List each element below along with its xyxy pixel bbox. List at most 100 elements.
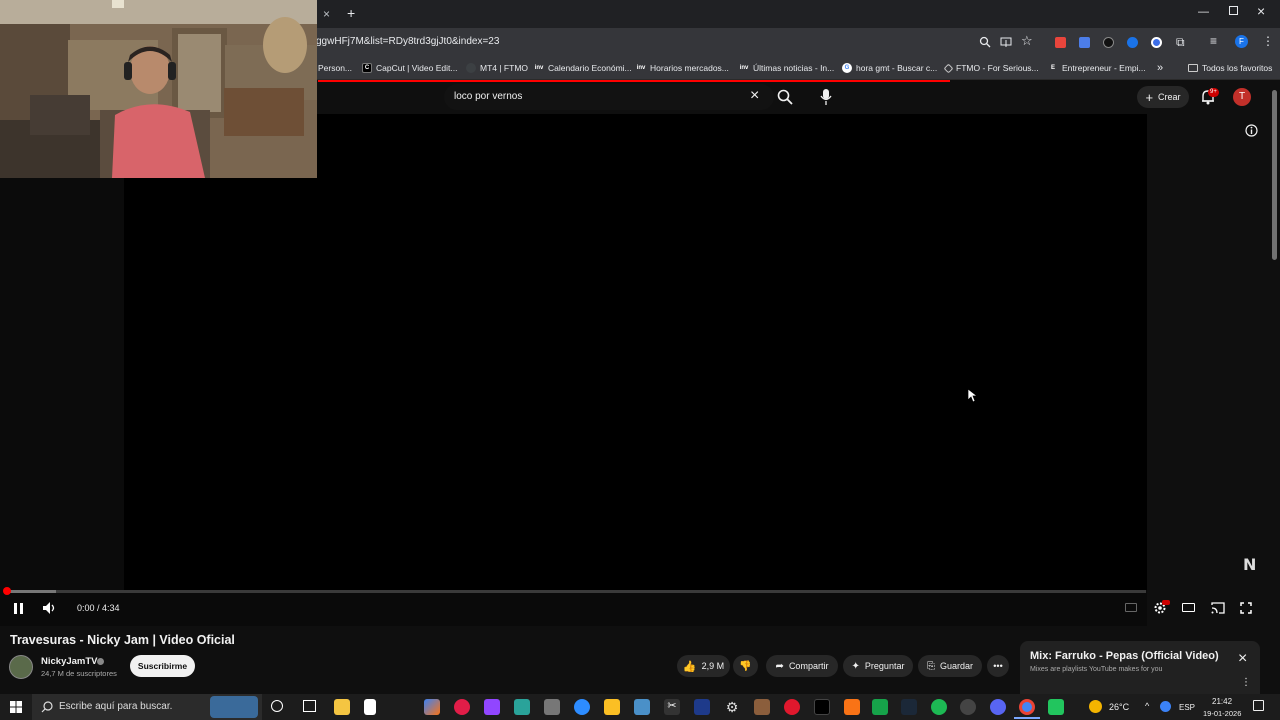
dislike-button[interactable]: 👎 xyxy=(733,655,758,677)
translate-extension-icon[interactable] xyxy=(1079,37,1090,48)
avatar[interactable]: T xyxy=(1233,88,1251,106)
microphone-icon[interactable] xyxy=(819,88,833,106)
taskbar-blank-icon[interactable] xyxy=(394,699,410,715)
mix-menu-icon[interactable]: ⋮ xyxy=(1241,677,1251,688)
extension-dark-icon[interactable] xyxy=(1103,37,1114,48)
clock-date[interactable]: 19-01-2026 xyxy=(1203,709,1241,718)
tray-app-icon[interactable] xyxy=(1160,701,1171,712)
app-red-icon[interactable] xyxy=(454,699,470,715)
extension-circle-icon[interactable] xyxy=(1151,37,1162,48)
bookmark-item[interactable]: inv Horarios mercados... xyxy=(636,56,729,80)
app-orange-icon[interactable] xyxy=(844,699,860,715)
more-actions-button[interactable]: ••• xyxy=(987,655,1009,677)
game-launcher-icon[interactable] xyxy=(754,699,770,715)
xbox-icon[interactable] xyxy=(872,699,888,715)
progress-bar[interactable] xyxy=(6,590,1146,593)
tiktok-icon[interactable] xyxy=(814,699,830,715)
temperature-text[interactable]: 26°C xyxy=(1109,702,1129,712)
spotify-icon[interactable] xyxy=(931,699,947,715)
page-scrollbar[interactable] xyxy=(1272,90,1277,260)
language-indicator[interactable]: ESP xyxy=(1179,703,1195,712)
browser-menu-icon[interactable]: ⋮ xyxy=(1262,34,1274,48)
channel-name[interactable]: NickyJamTV xyxy=(41,656,98,667)
minecraft-icon[interactable] xyxy=(1048,699,1064,715)
subtitles-icon[interactable] xyxy=(1125,603,1137,612)
restore-icon[interactable] xyxy=(1229,6,1238,15)
save-button[interactable]: ⎘ Guardar xyxy=(918,655,982,677)
bookmark-item[interactable]: Person... xyxy=(318,56,352,80)
create-button[interactable]: + Crear xyxy=(1137,86,1189,108)
bookmark-item[interactable]: inv Últimas noticias - In... xyxy=(739,56,835,80)
twitch-icon[interactable] xyxy=(484,699,500,715)
bookmark-item[interactable]: inv Calendario Económi... xyxy=(534,56,632,80)
url-field[interactable]: ggwHFj7M&list=RDy8trd3gjJt0&index=23 xyxy=(316,36,499,47)
extension-blue-icon[interactable] xyxy=(1127,37,1138,48)
app-teal-icon[interactable] xyxy=(514,699,530,715)
capcut-taskbar-icon[interactable]: ✂ xyxy=(664,699,680,715)
close-mix-icon[interactable]: × xyxy=(1238,650,1247,668)
chrome-icon[interactable] xyxy=(1019,699,1035,715)
share-button[interactable]: ➦ Compartir xyxy=(766,655,838,677)
tray-chevron-icon[interactable]: ^ xyxy=(1145,701,1149,711)
bookmark-item[interactable]: E Entrepreneur - Empi... xyxy=(1048,56,1146,80)
mt4-icon xyxy=(466,63,476,73)
bookmark-item[interactable]: FTMO - For Serious... xyxy=(943,56,1039,80)
pause-icon[interactable] xyxy=(13,603,24,614)
zoom-icon[interactable] xyxy=(979,36,991,48)
app-circle-icon[interactable] xyxy=(960,699,976,715)
fullscreen-icon[interactable] xyxy=(1240,602,1252,614)
bookmark-item[interactable]: Ghora gmt - Buscar c... xyxy=(842,56,937,80)
all-bookmarks-folder[interactable]: Todos los favoritos xyxy=(1188,56,1272,80)
subscribe-button[interactable]: Suscribirme xyxy=(130,655,195,677)
bookmark-star-icon[interactable]: ☆ xyxy=(1021,33,1033,49)
miniplayer-icon[interactable] xyxy=(1182,603,1195,612)
bookmark-item[interactable]: C CapCut | Video Edit... xyxy=(362,56,457,80)
search-icon[interactable] xyxy=(777,89,793,105)
ask-button[interactable]: ✦ Preguntar xyxy=(843,655,913,677)
mix-title[interactable]: Mix: Farruko - Pepas (Official Video) xyxy=(1030,650,1219,662)
copilot-icon[interactable] xyxy=(424,699,440,715)
cortana-icon[interactable] xyxy=(271,700,283,712)
volume-icon[interactable] xyxy=(43,602,57,614)
sticky-notes-icon[interactable] xyxy=(604,699,620,715)
search-input[interactable]: loco por vernos × xyxy=(444,84,774,110)
minimize-icon[interactable]: — xyxy=(1198,6,1209,18)
install-app-icon[interactable] xyxy=(1000,36,1012,48)
clock-time[interactable]: 21:42 xyxy=(1212,697,1232,706)
settings-taskbar-icon[interactable]: ⚙ xyxy=(724,699,740,715)
bookmarks-overflow-button[interactable]: » xyxy=(1157,56,1163,80)
clear-search-icon[interactable]: × xyxy=(750,87,759,105)
progress-buffer xyxy=(6,590,56,593)
close-tab-icon[interactable]: × xyxy=(323,7,330,21)
notification-center-icon[interactable] xyxy=(1253,700,1264,711)
zoom-app-icon[interactable] xyxy=(574,699,590,715)
weather-sun-icon[interactable] xyxy=(1089,700,1102,713)
windows-start-icon[interactable] xyxy=(10,701,22,713)
media-control-icon[interactable]: ≡ xyxy=(1210,34,1217,48)
bookmark-item[interactable]: MT4 | FTMO xyxy=(466,56,528,80)
steam-icon[interactable] xyxy=(901,699,917,715)
window-close-icon[interactable]: × xyxy=(1257,3,1265,19)
opera-icon[interactable] xyxy=(784,699,800,715)
like-button[interactable]: 👍 2,9 M xyxy=(677,655,730,677)
extension-red-icon[interactable] xyxy=(1055,37,1066,48)
task-view-icon[interactable] xyxy=(303,700,316,712)
extensions-puzzle-icon[interactable]: ⧉ xyxy=(1176,35,1185,50)
thumbs-down-icon: 👎 xyxy=(739,660,752,672)
app-navy-icon[interactable] xyxy=(694,699,710,715)
cast-icon[interactable] xyxy=(1211,602,1225,614)
video-player[interactable] xyxy=(0,114,1147,590)
info-icon[interactable] xyxy=(1245,124,1258,137)
progress-scrubber[interactable] xyxy=(3,587,11,595)
new-tab-button[interactable]: + xyxy=(347,5,355,21)
app-blue-icon[interactable] xyxy=(634,699,650,715)
verified-badge-icon xyxy=(97,658,104,665)
file-explorer-icon[interactable] xyxy=(334,699,350,715)
discord-icon[interactable] xyxy=(990,699,1006,715)
notepad-icon[interactable] xyxy=(364,699,376,715)
profile-icon[interactable]: F xyxy=(1235,35,1248,48)
app-grey-icon[interactable] xyxy=(544,699,560,715)
channel-watermark[interactable]: N xyxy=(1243,555,1256,574)
channel-avatar[interactable] xyxy=(9,655,33,679)
taskbar-search-box[interactable]: Escribe aquí para buscar. xyxy=(32,694,262,720)
